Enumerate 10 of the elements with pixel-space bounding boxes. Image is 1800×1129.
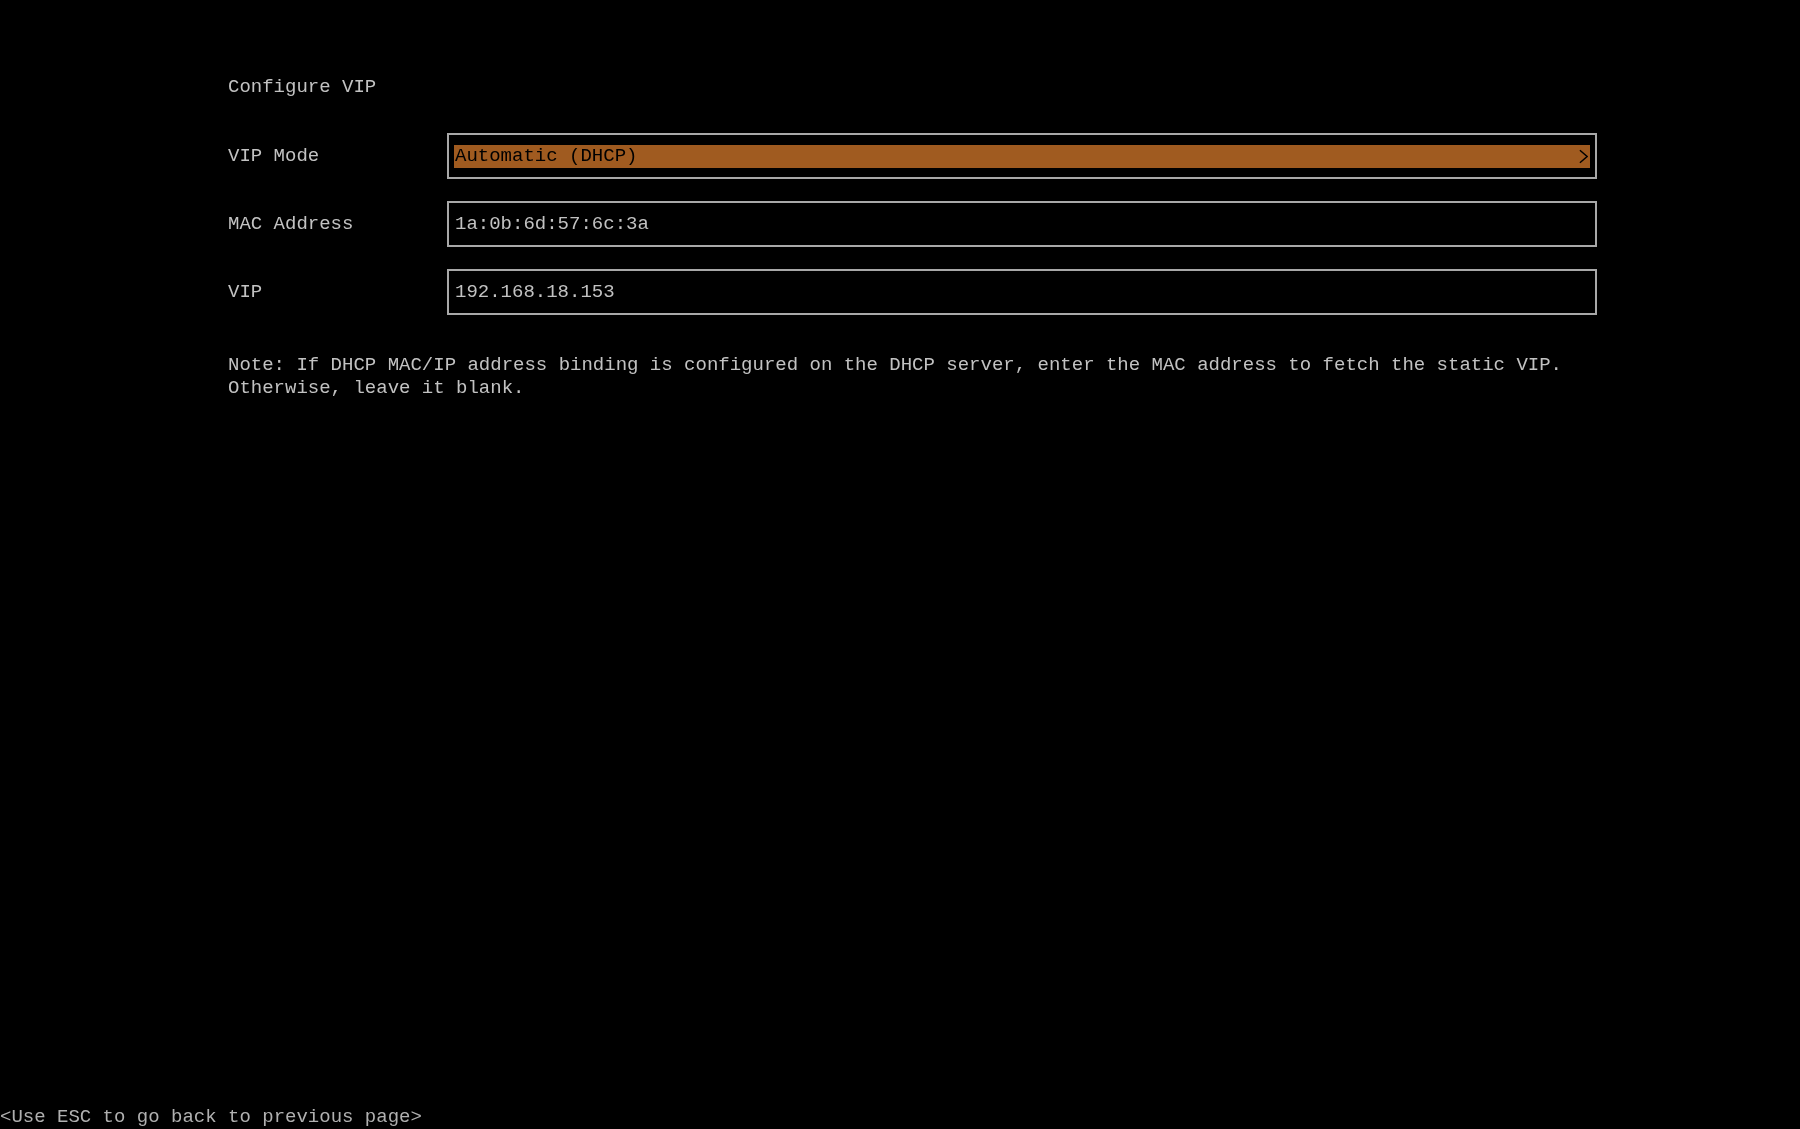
- input-field[interactable]: 192.168.18.153: [447, 269, 1597, 315]
- chevron-right-icon: [1579, 148, 1588, 164]
- screen-title: Configure VIP: [228, 76, 377, 99]
- footer-hint: <Use ESC to go back to previous page>: [0, 1106, 422, 1129]
- dropdown-field[interactable]: Automatic (DHCP): [447, 133, 1597, 179]
- field-label: VIP: [228, 280, 264, 304]
- note-text: Note: If DHCP MAC/IP address binding is configured on the DHCP server, enter the MAC address to fetch the static VIP. Otherwise, leave it blank.: [228, 354, 1564, 400]
- field-label: MAC Address: [228, 212, 355, 236]
- input-field[interactable]: 1a:0b:6d:57:6c:3a: [447, 201, 1597, 247]
- field-label: VIP Mode: [228, 144, 321, 168]
